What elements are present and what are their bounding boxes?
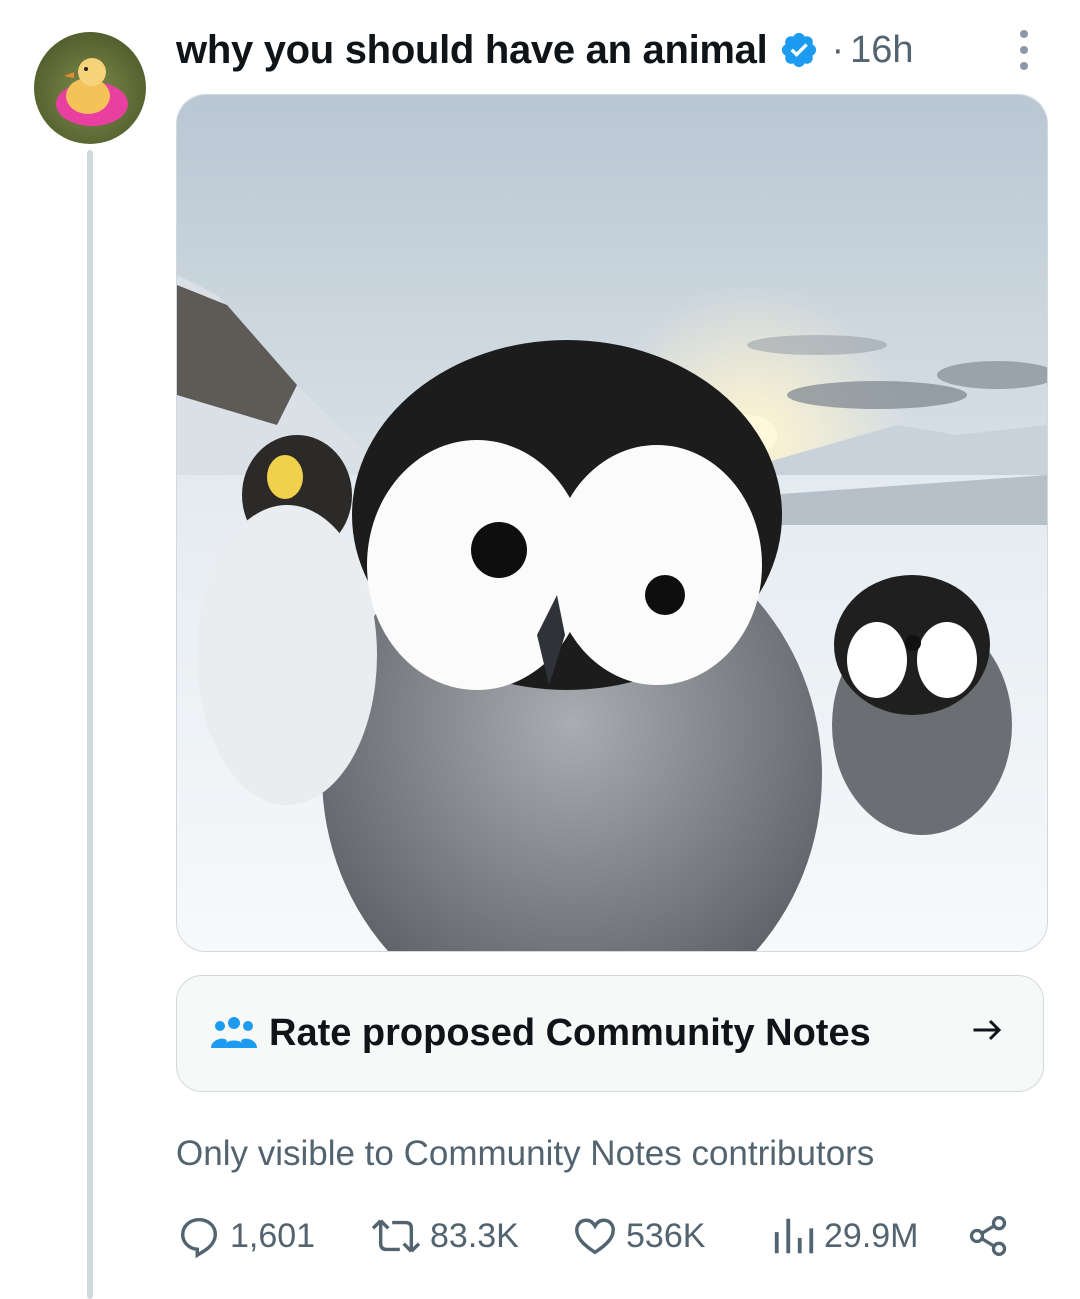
reply-button[interactable]: 1,601 [176,1208,315,1264]
post-timestamp[interactable]: 16h [850,29,913,72]
repost-count: 83.3K [430,1216,519,1255]
arrow-right-icon[interactable] [969,1012,1005,1048]
people-icon [211,1014,257,1054]
avatar[interactable] [34,32,146,144]
post-media-image[interactable] [176,94,1048,952]
thread-connector-line [87,150,93,1299]
verified-badge-icon [779,30,819,70]
analytics-icon [772,1213,816,1259]
views-button[interactable]: 29.9M [772,1208,919,1264]
visibility-note: Only visible to Community Notes contribu… [176,1134,875,1173]
view-count: 29.9M [824,1216,919,1255]
action-bar: 1,601 83.3K 536K 29.9M [176,1208,1016,1264]
repost-icon [370,1213,422,1259]
post-header: why you should have an animal · 16h [176,22,1056,78]
duckling-avatar-icon [34,32,146,144]
like-count: 536K [626,1216,706,1255]
share-icon [966,1213,1010,1259]
repost-button[interactable]: 83.3K [370,1208,519,1264]
author-name[interactable]: why you should have an animal [176,28,768,73]
community-notes-label: Rate proposed Community Notes [269,1012,871,1054]
share-button[interactable] [966,1208,1010,1264]
heart-icon [572,1213,618,1259]
separator-dot: · [831,28,845,71]
more-options-icon[interactable] [1010,30,1038,70]
reply-count: 1,601 [230,1216,316,1255]
like-button[interactable]: 536K [572,1208,705,1264]
community-notes-card[interactable]: Rate proposed Community Notes [176,975,1044,1092]
reply-icon [176,1213,222,1259]
penguin-photo-icon [177,95,1047,951]
